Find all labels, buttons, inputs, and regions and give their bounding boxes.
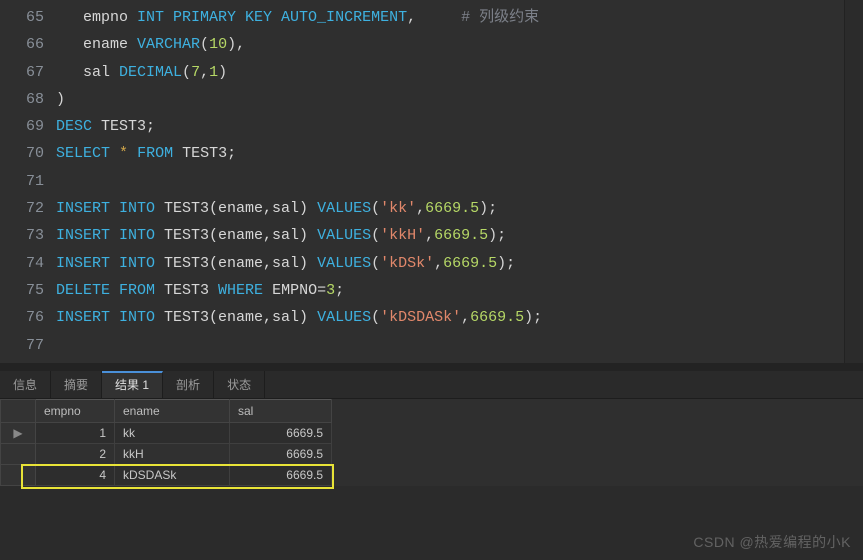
line-number: 76 (0, 304, 56, 331)
code-line[interactable]: INSERT INTO TEST3(ename,sal) VALUES('kDS… (56, 304, 863, 331)
code-line[interactable]: INSERT INTO TEST3(ename,sal) VALUES('kDS… (56, 250, 863, 277)
line-number: 69 (0, 113, 56, 140)
cell-sal[interactable]: 6669.5 (230, 465, 332, 486)
table-row[interactable]: 4kDSDASk6669.5 (1, 465, 332, 486)
cell-empno[interactable]: 4 (36, 465, 115, 486)
code-line[interactable]: empno INT PRIMARY KEY AUTO_INCREMENT, # … (56, 4, 863, 31)
line-number: 65 (0, 4, 56, 31)
code-line[interactable] (56, 168, 863, 195)
code-editor[interactable]: 65666768697071727374757677 empno INT PRI… (0, 0, 863, 363)
grid-header-row: empnoenamesal (1, 400, 332, 423)
code-content[interactable]: empno INT PRIMARY KEY AUTO_INCREMENT, # … (56, 0, 863, 363)
code-line[interactable] (56, 332, 863, 359)
code-line[interactable]: DESC TEST3; (56, 113, 863, 140)
row-marker-header (1, 400, 36, 423)
column-header-ename[interactable]: ename (115, 400, 230, 423)
panel-divider[interactable] (0, 363, 863, 371)
line-number: 67 (0, 59, 56, 86)
code-line[interactable]: DELETE FROM TEST3 WHERE EMPNO=3; (56, 277, 863, 304)
tab-剖析[interactable]: 剖析 (163, 371, 214, 398)
row-marker (1, 444, 36, 465)
row-marker: ▶ (1, 423, 36, 444)
row-marker (1, 465, 36, 486)
line-number: 73 (0, 222, 56, 249)
code-line[interactable]: INSERT INTO TEST3(ename,sal) VALUES('kk'… (56, 195, 863, 222)
code-line[interactable]: INSERT INTO TEST3(ename,sal) VALUES('kkH… (56, 222, 863, 249)
line-number: 74 (0, 250, 56, 277)
line-number-gutter: 65666768697071727374757677 (0, 0, 56, 363)
line-number: 66 (0, 31, 56, 58)
table-row[interactable]: ▶1kk6669.5 (1, 423, 332, 444)
line-number: 70 (0, 140, 56, 167)
tab-信息[interactable]: 信息 (0, 371, 51, 398)
column-header-sal[interactable]: sal (230, 400, 332, 423)
tab-结果 1[interactable]: 结果 1 (102, 371, 163, 398)
results-tabs: 信息摘要结果 1剖析状态 (0, 371, 863, 399)
code-line[interactable]: ) (56, 86, 863, 113)
cell-empno[interactable]: 1 (36, 423, 115, 444)
tab-状态[interactable]: 状态 (214, 371, 265, 398)
cell-ename[interactable]: kkH (115, 444, 230, 465)
line-number: 77 (0, 332, 56, 359)
column-header-empno[interactable]: empno (36, 400, 115, 423)
results-panel: empnoenamesal▶1kk6669.52kkH6669.54kDSDAS… (0, 399, 863, 486)
line-number: 68 (0, 86, 56, 113)
watermark-text: CSDN @热爱编程的小K (693, 532, 851, 552)
results-grid[interactable]: empnoenamesal▶1kk6669.52kkH6669.54kDSDAS… (0, 399, 332, 486)
code-line[interactable]: ename VARCHAR(10), (56, 31, 863, 58)
table-row[interactable]: 2kkH6669.5 (1, 444, 332, 465)
cell-sal[interactable]: 6669.5 (230, 423, 332, 444)
line-number: 71 (0, 168, 56, 195)
cell-ename[interactable]: kk (115, 423, 230, 444)
line-number: 75 (0, 277, 56, 304)
code-line[interactable]: SELECT * FROM TEST3; (56, 140, 863, 167)
cell-empno[interactable]: 2 (36, 444, 115, 465)
cell-sal[interactable]: 6669.5 (230, 444, 332, 465)
minimap-gutter (844, 0, 863, 363)
line-number: 72 (0, 195, 56, 222)
cell-ename[interactable]: kDSDASk (115, 465, 230, 486)
code-line[interactable]: sal DECIMAL(7,1) (56, 59, 863, 86)
tab-摘要[interactable]: 摘要 (51, 371, 102, 398)
